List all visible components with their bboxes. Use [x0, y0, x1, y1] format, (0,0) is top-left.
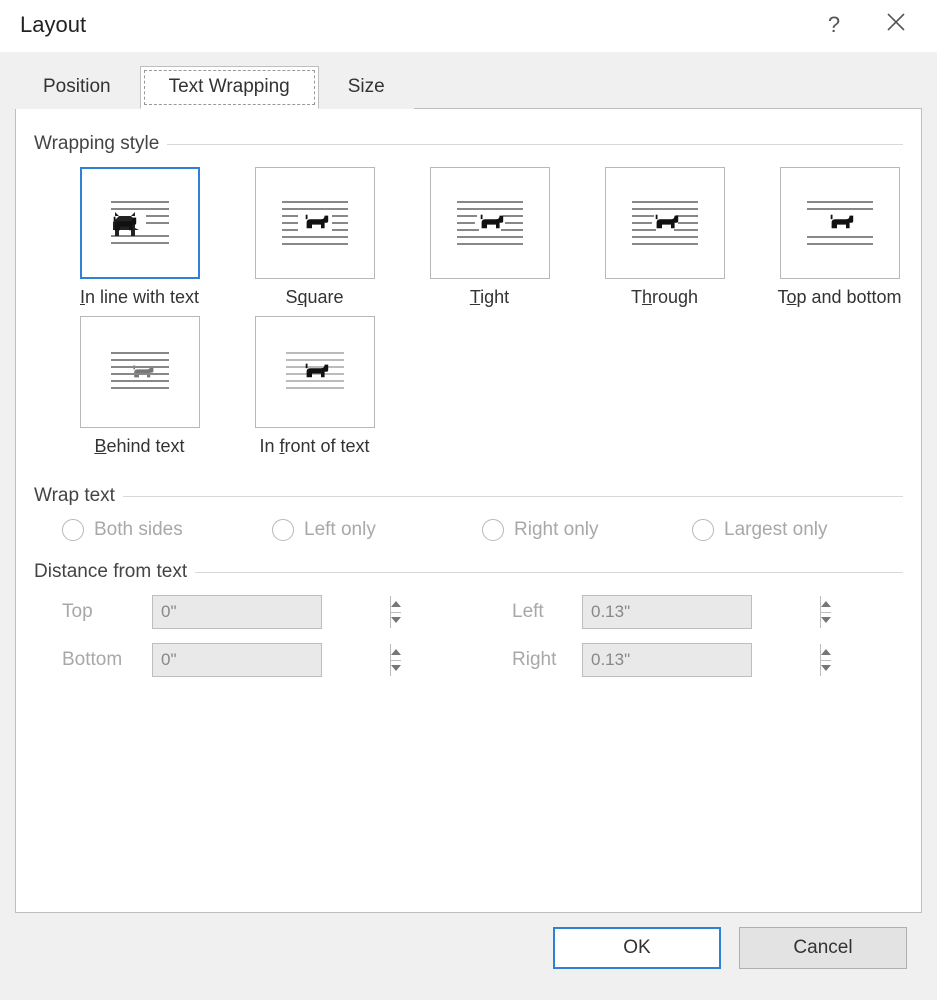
radio-icon [482, 519, 504, 541]
square-icon [276, 192, 354, 254]
style-option-topbottom[interactable]: Top and bottom [752, 167, 927, 308]
style-swatch [80, 167, 200, 279]
spinner-up [391, 644, 401, 661]
close-icon [886, 12, 906, 32]
wrap-text-options: Both sides Left only Right only Largest … [62, 519, 903, 541]
style-option-behind[interactable]: Behind text [52, 316, 227, 457]
radio-icon [272, 519, 294, 541]
spinner-up [821, 596, 831, 613]
style-option-through[interactable]: Through [577, 167, 752, 308]
radio-icon [62, 519, 84, 541]
wrapping-style-grid: In line with text [52, 167, 903, 457]
group-label: Wrap text [34, 485, 123, 507]
spinner-top [152, 595, 322, 629]
radio-right-only: Right only [482, 519, 692, 541]
spinner-right [582, 643, 752, 677]
spinner-down [391, 613, 401, 629]
label-right: Right [512, 649, 582, 671]
tab-size[interactable]: Size [319, 66, 414, 109]
ok-button[interactable]: OK [553, 927, 721, 969]
style-option-front[interactable]: In front of text [227, 316, 402, 457]
dialog-title: Layout [20, 12, 813, 38]
dialog-footer: OK Cancel [15, 913, 922, 985]
through-icon [626, 192, 704, 254]
group-distance: Distance from text [34, 561, 903, 583]
spinner-down [821, 613, 831, 629]
style-swatch [255, 167, 375, 279]
spinner-up [391, 596, 401, 613]
style-label: Tight [402, 287, 577, 308]
tab-position[interactable]: Position [14, 66, 140, 109]
cancel-button[interactable]: Cancel [739, 927, 907, 969]
spinner-right-input [583, 644, 820, 676]
style-swatch [605, 167, 725, 279]
spinner-bottom-input [153, 644, 390, 676]
top-bottom-icon [801, 192, 879, 254]
style-swatch [255, 316, 375, 428]
radio-icon [692, 519, 714, 541]
behind-icon [101, 341, 179, 403]
group-label: Wrapping style [34, 133, 167, 155]
spinner-bottom [152, 643, 322, 677]
tab-text-wrapping[interactable]: Text Wrapping [140, 66, 319, 109]
tabstrip: Position Text Wrapping Size [14, 64, 922, 108]
inline-icon [101, 192, 179, 254]
radio-left-only: Left only [272, 519, 482, 541]
front-icon [276, 341, 354, 403]
group-wrapping-style: Wrapping style [34, 133, 903, 155]
spinner-down [821, 661, 831, 677]
distance-grid: Top Left Bottom [62, 595, 903, 677]
layout-dialog: Layout ? Position Text Wrapping Size Wra… [0, 0, 937, 1000]
spinner-up [821, 644, 831, 661]
close-button[interactable] [875, 12, 917, 38]
style-swatch [780, 167, 900, 279]
style-label: Top and bottom [752, 287, 927, 308]
label-top: Top [62, 601, 152, 623]
style-swatch [80, 316, 200, 428]
radio-both-sides: Both sides [62, 519, 272, 541]
label-bottom: Bottom [62, 649, 152, 671]
titlebar: Layout ? [0, 0, 937, 52]
style-option-tight[interactable]: Tight [402, 167, 577, 308]
tab-panel: Wrapping style [15, 108, 922, 913]
style-swatch [430, 167, 550, 279]
style-label: Square [227, 287, 402, 308]
style-label: Through [577, 287, 752, 308]
spinner-left [582, 595, 752, 629]
style-label: In line with text [52, 287, 227, 308]
dialog-body: Position Text Wrapping Size Wrapping sty… [0, 52, 937, 1000]
spinner-top-input [153, 596, 390, 628]
style-label: Behind text [52, 436, 227, 457]
tight-icon [451, 192, 529, 254]
group-wrap-text: Wrap text [34, 485, 903, 507]
group-label: Distance from text [34, 561, 195, 583]
radio-largest-only: Largest only [692, 519, 902, 541]
style-label: In front of text [227, 436, 402, 457]
help-button[interactable]: ? [813, 12, 855, 38]
style-option-inline[interactable]: In line with text [52, 167, 227, 308]
spinner-down [391, 661, 401, 677]
spinner-left-input [583, 596, 820, 628]
style-option-square[interactable]: Square [227, 167, 402, 308]
label-left: Left [512, 601, 582, 623]
